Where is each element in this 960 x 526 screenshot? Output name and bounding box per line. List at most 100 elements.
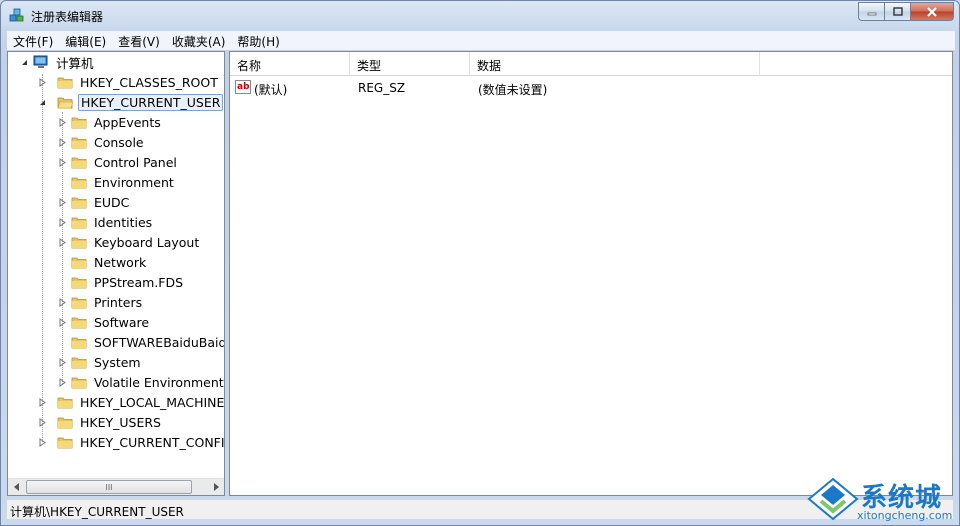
arrow-right-icon (213, 483, 219, 491)
tree-label: AppEvents (94, 115, 161, 130)
expand-arrow-icon[interactable] (38, 78, 47, 87)
tree-node[interactable]: Control Panel (58, 153, 179, 172)
expand-arrow-icon[interactable] (58, 138, 67, 147)
column-header-data[interactable]: 数据 (470, 52, 760, 76)
folder-icon (57, 77, 73, 89)
tree-node-hkey-current-user[interactable]: HKEY_CURRENT_USER (38, 93, 224, 112)
tree-label: Identities (94, 215, 153, 230)
tree-label: HKEY_USERS (80, 415, 161, 430)
scroll-thumb[interactable]: III (26, 480, 192, 494)
tree-label: PPStream.FDS (94, 275, 184, 290)
tree-node[interactable]: Console (58, 133, 146, 152)
folder-icon (71, 297, 87, 309)
collapse-arrow-icon[interactable] (20, 58, 29, 67)
column-header-type[interactable]: 类型 (350, 52, 470, 76)
scroll-left-button[interactable] (8, 479, 25, 495)
menu-favorites[interactable]: 收藏夹(A) (166, 31, 232, 50)
tree-node[interactable]: AppEvents (58, 113, 163, 132)
minimize-icon (867, 12, 876, 15)
menu-edit[interactable]: 编辑(E) (59, 31, 112, 50)
tree-node[interactable]: Identities (58, 213, 154, 232)
expand-arrow-icon[interactable] (58, 198, 67, 207)
expand-arrow-icon[interactable] (38, 398, 47, 407)
key-tree-pane[interactable]: 计算机 HKEY_CLASSES_ROOT HKEY_CURRENT_USER … (7, 51, 225, 496)
expand-arrow-icon[interactable] (58, 298, 67, 307)
tree-label: Console (94, 135, 144, 150)
tree-node[interactable]: HKEY_USERS (38, 413, 163, 432)
folder-icon (71, 357, 87, 369)
caption-buttons (858, 2, 954, 21)
folder-icon (57, 437, 73, 449)
tree-node[interactable]: System (58, 353, 143, 372)
tree-node[interactable]: HKEY_LOCAL_MACHINE (38, 393, 224, 412)
expand-arrow-icon[interactable] (58, 218, 67, 227)
tree-label: EUDC (94, 195, 130, 210)
tree-node[interactable]: Keyboard Layout (58, 233, 201, 252)
value-list-pane[interactable]: 名称 类型 数据 ab (默认) REG_SZ (数值未设置) (229, 51, 953, 496)
tree-horizontal-scrollbar[interactable]: III (8, 478, 224, 495)
expand-arrow-icon[interactable] (58, 158, 67, 167)
folder-icon (71, 117, 87, 129)
tree-label: Keyboard Layout (94, 235, 200, 250)
tree-node[interactable]: Environment (58, 173, 176, 192)
window-title: 注册表编辑器 (31, 10, 104, 24)
tree-node[interactable]: SOFTWAREBaiduBaidu (58, 333, 224, 352)
folder-icon (57, 397, 73, 409)
value-type: REG_SZ (358, 81, 406, 95)
expand-arrow-icon[interactable] (38, 438, 47, 447)
table-row[interactable]: ab (默认) REG_SZ (数值未设置) (230, 79, 952, 97)
tree-label: HKEY_CURRENT_CONFIG (80, 435, 224, 450)
expand-arrow-icon[interactable] (58, 238, 67, 247)
watermark-text-en: xitongcheng.com (857, 509, 953, 522)
expand-arrow-icon[interactable] (38, 418, 47, 427)
folder-icon (71, 217, 87, 229)
expand-arrow-icon[interactable] (58, 378, 67, 387)
string-value-ab-icon: ab (235, 80, 251, 94)
open-folder-icon (57, 97, 73, 109)
value-data: (数值未设置) (478, 83, 548, 97)
tree-label: System (94, 355, 141, 370)
tree-node-computer[interactable]: 计算机 (20, 53, 96, 72)
tree-label: HKEY_LOCAL_MACHINE (80, 395, 224, 410)
close-button[interactable] (910, 2, 954, 21)
tree-node[interactable]: Printers (58, 293, 144, 312)
registry-editor-window: 注册表编辑器 文件(F) 编辑(E) 查看(V) 收藏夹(A) 帮助(H) 计算… (0, 0, 960, 526)
expand-arrow-icon[interactable] (58, 118, 67, 127)
tree-label: Environment (94, 175, 174, 190)
folder-icon (71, 237, 87, 249)
site-watermark: 系统城 xitongcheng.com (807, 477, 957, 525)
folder-icon (71, 257, 87, 269)
folder-icon (57, 417, 73, 429)
folder-icon (71, 177, 87, 189)
watermark-logo-icon (807, 477, 859, 521)
tree-node[interactable]: Network (58, 253, 148, 272)
tree-guide-line (42, 74, 43, 442)
arrow-left-icon (13, 483, 19, 491)
menu-view[interactable]: 查看(V) (112, 31, 166, 50)
menu-file[interactable]: 文件(F) (7, 31, 59, 50)
folder-icon (71, 337, 87, 349)
tree-node[interactable]: EUDC (58, 193, 131, 212)
tree-label-selected: HKEY_CURRENT_USER (78, 94, 224, 111)
tree-label: Control Panel (94, 155, 177, 170)
folder-icon (71, 197, 87, 209)
scroll-right-button[interactable] (207, 479, 224, 495)
tree-node-hkey-classes-root[interactable]: HKEY_CLASSES_ROOT (38, 73, 220, 92)
expand-arrow-icon[interactable] (58, 318, 67, 327)
folder-icon (71, 317, 87, 329)
tree-node[interactable]: Volatile Environment (58, 373, 224, 392)
minimize-button[interactable] (858, 2, 884, 21)
title-bar[interactable]: 注册表编辑器 (1, 1, 959, 31)
menu-help[interactable]: 帮助(H) (231, 31, 285, 50)
maximize-button[interactable] (884, 2, 910, 21)
folder-icon (71, 157, 87, 169)
collapse-arrow-icon[interactable] (38, 98, 47, 107)
column-header-name[interactable]: 名称 (230, 52, 350, 76)
expand-arrow-icon[interactable] (58, 358, 67, 367)
key-tree: 计算机 HKEY_CLASSES_ROOT HKEY_CURRENT_USER … (8, 52, 224, 479)
list-header: 名称 类型 数据 (230, 52, 952, 76)
tree-node[interactable]: PPStream.FDS (58, 273, 185, 292)
tree-node[interactable]: HKEY_CURRENT_CONFIG (38, 433, 224, 452)
tree-node[interactable]: Software (58, 313, 151, 332)
folder-icon (71, 137, 87, 149)
